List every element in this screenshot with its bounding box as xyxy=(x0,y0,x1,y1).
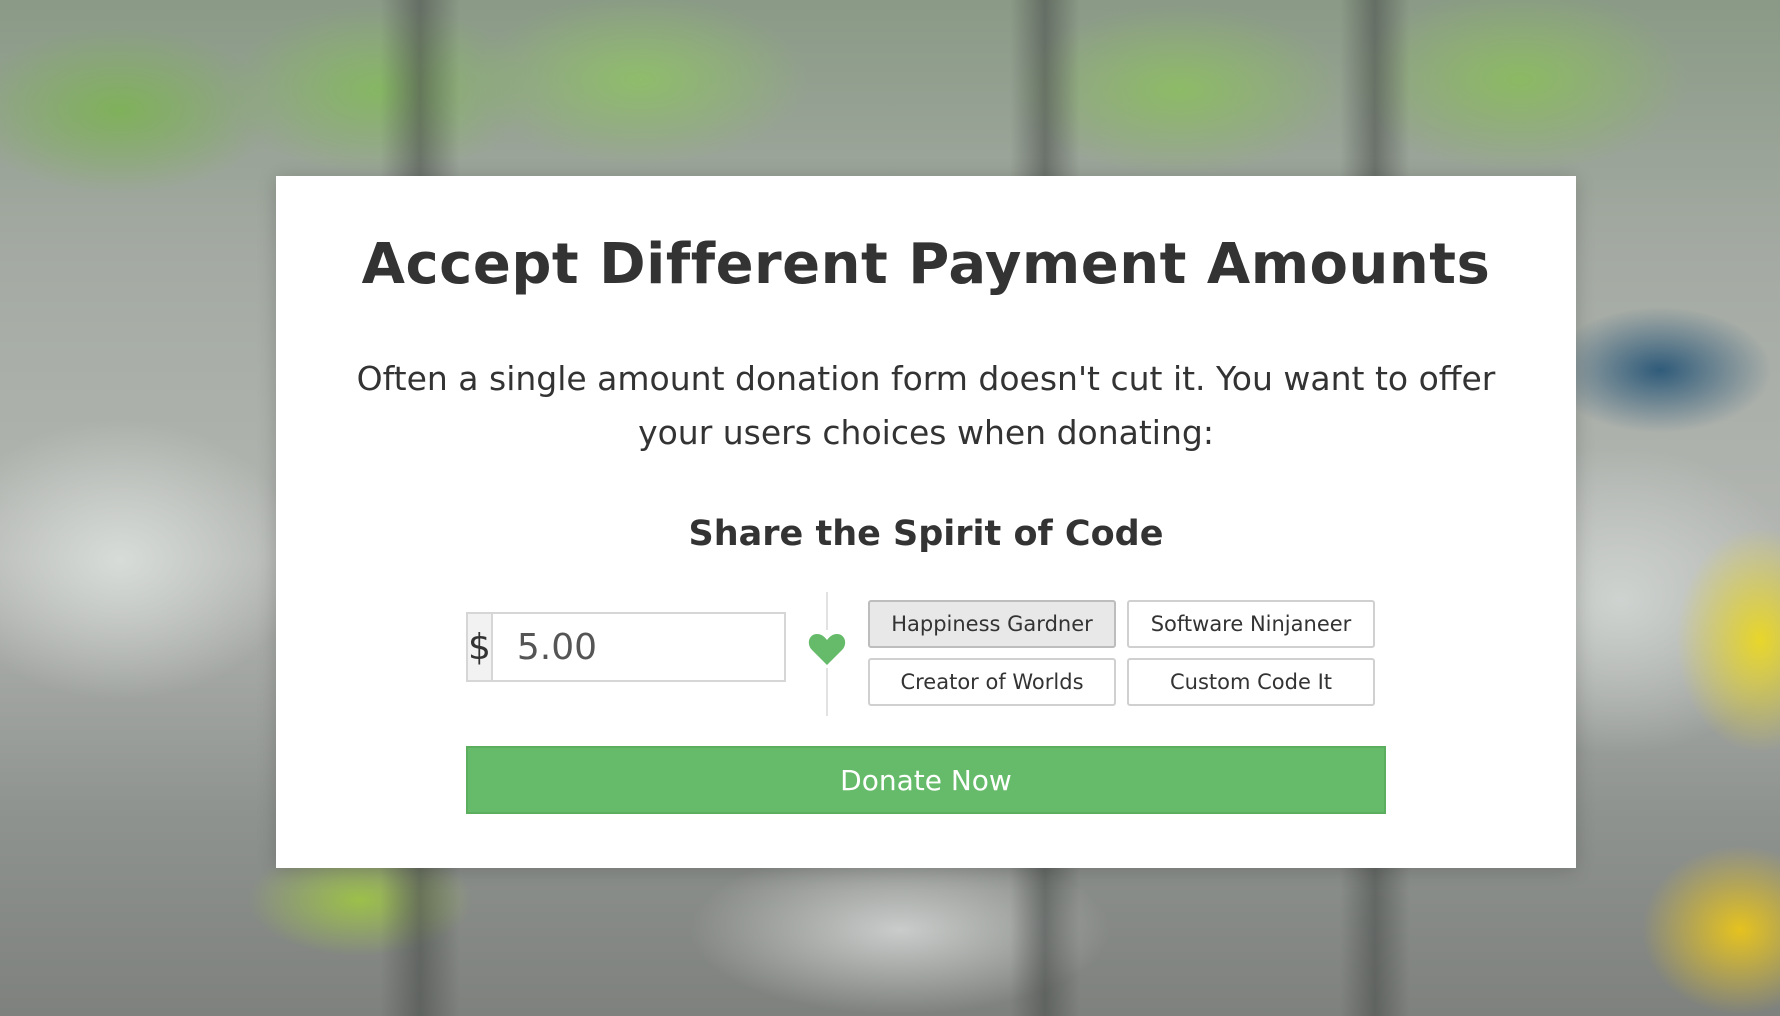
form-title: Share the Spirit of Code xyxy=(688,514,1164,554)
page-subtitle: Often a single amount donation form does… xyxy=(356,359,1496,452)
level-happiness-gardner-button[interactable]: Happiness Gardner xyxy=(868,600,1116,648)
level-software-ninjaneer-button[interactable]: Software Ninjaneer xyxy=(1127,600,1375,648)
donate-now-button[interactable]: Donate Now xyxy=(466,746,1386,814)
amount-field: $ xyxy=(466,612,965,682)
currency-symbol: $ xyxy=(468,614,493,680)
heart-icon-svg xyxy=(808,634,846,665)
level-creator-of-worlds-button[interactable]: Creator of Worlds xyxy=(868,658,1116,706)
level-custom-code-it-button[interactable]: Custom Code It xyxy=(1127,658,1375,706)
donation-card: Accept Different Payment Amounts Often a… xyxy=(276,176,1576,868)
donation-levels: Happiness Gardner Software Ninjaneer Cre… xyxy=(868,600,1375,706)
page-title: Accept Different Payment Amounts xyxy=(361,232,1491,297)
heart-icon xyxy=(806,630,848,668)
